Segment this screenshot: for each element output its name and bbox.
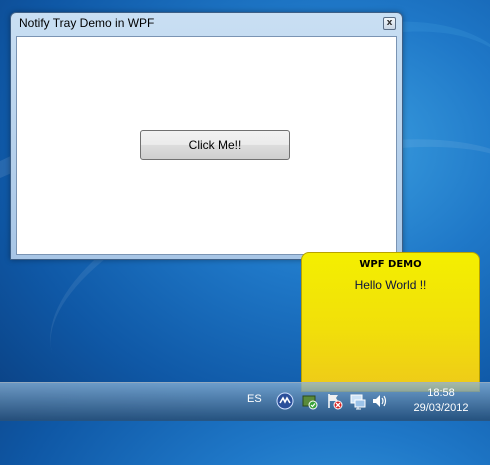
close-button[interactable]: x <box>383 17 396 30</box>
action-center-flag-icon[interactable] <box>325 392 343 410</box>
notification-title: WPF DEMO <box>359 259 422 270</box>
clock-time: 18:58 <box>427 387 455 399</box>
security-shield-icon[interactable] <box>301 392 319 410</box>
volume-icon[interactable] <box>371 392 389 410</box>
window-client-area: Click Me!! <box>16 36 397 255</box>
window-titlebar[interactable]: Notify Tray Demo in WPF x <box>11 13 402 35</box>
app-window: Notify Tray Demo in WPF x Click Me!! <box>10 12 403 260</box>
system-clock[interactable]: 18:58 29/03/2012 <box>396 386 486 416</box>
language-indicator[interactable]: ES <box>247 393 262 405</box>
window-title: Notify Tray Demo in WPF <box>19 16 155 30</box>
network-sync-icon[interactable] <box>276 392 294 410</box>
tray-notification-balloon[interactable]: WPF DEMO Hello World !! <box>301 252 480 392</box>
network-icon[interactable] <box>349 392 367 410</box>
notification-message: Hello World !! <box>354 278 427 292</box>
taskbar: ES 18:58 29/03/2012 <box>0 382 490 421</box>
clock-date: 29/03/2012 <box>413 402 469 414</box>
click-me-button[interactable]: Click Me!! <box>140 130 290 160</box>
